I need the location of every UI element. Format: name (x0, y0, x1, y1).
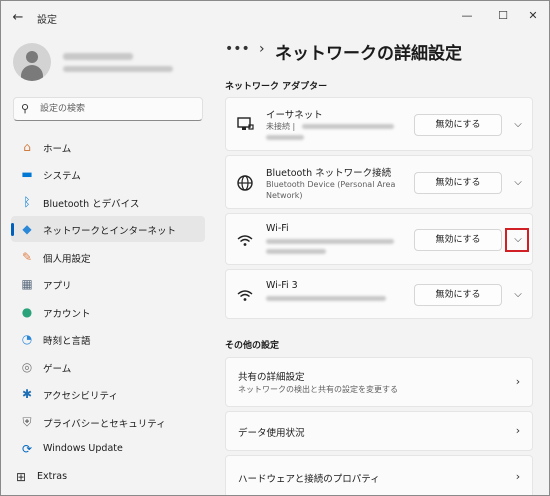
sidebar-item-label: アカウント (43, 309, 91, 320)
account-icon: ● (21, 305, 33, 319)
hardware-properties-settings[interactable]: ハードウェアと接続のプロパティ › (225, 455, 533, 495)
other-settings-heading: その他の設定 (225, 341, 280, 351)
sidebar-item-accessibility[interactable]: ✱ アクセシビリティ (11, 381, 205, 407)
adapter-name: Wi-Fi 3 (266, 280, 298, 291)
time-language-icon: ◔ (21, 332, 33, 346)
avatar (13, 43, 51, 81)
minimize-button[interactable]: — (452, 4, 482, 28)
globe-icon (237, 175, 253, 191)
sidebar-item-label: プライバシーとセキュリティ (43, 419, 166, 430)
close-button[interactable]: ✕ (518, 4, 548, 28)
setting-title: ハードウェアと接続のプロパティ (238, 474, 380, 485)
sidebar-item-home[interactable]: ⌂ ホーム (11, 134, 205, 160)
home-icon: ⌂ (23, 140, 31, 154)
blurred-adapter-detail (302, 124, 394, 129)
data-usage-settings[interactable]: データ使用状況 › (225, 411, 533, 451)
chevron-down-icon[interactable]: ⌵ (510, 175, 526, 191)
windows-update-icon: ⟳ (21, 442, 33, 456)
selection-indicator (11, 223, 14, 236)
ethernet-icon (237, 117, 254, 130)
advanced-sharing-settings[interactable]: 共有の詳細設定 ネットワークの検出と共有の設定を変更する › (225, 357, 533, 407)
sidebar-item-label: ホーム (43, 144, 72, 155)
wifi-icon (237, 290, 253, 301)
user-profile[interactable] (13, 43, 213, 83)
system-icon: ▬ (21, 167, 33, 181)
search-input[interactable] (40, 101, 190, 117)
highlight-box (505, 228, 529, 252)
blurred-adapter-detail (266, 249, 326, 254)
sidebar-item-shield[interactable]: ⛨ プライバシーとセキュリティ (11, 409, 205, 435)
chevron-right-icon: › (515, 470, 521, 483)
settings-window: ← 設定 — ☐ ✕ ⚲ ⌂ ホーム ▬ システム ᛒ Bluetooth とデバイス ◆ ネ… (0, 0, 550, 496)
sidebar-item-label: 個人用設定 (43, 254, 91, 265)
wifi-icon (237, 235, 253, 246)
adapter-card-ethernet: イーサネット 未接続 | 無効にする ⌵ (225, 97, 533, 151)
title-bar: ← 設定 — ☐ ✕ (1, 1, 549, 35)
app-title: 設定 (37, 15, 57, 26)
disable-button[interactable]: 無効にする (414, 114, 502, 136)
back-arrow-icon[interactable]: ← (9, 8, 27, 28)
chevron-right-icon: › (259, 41, 265, 57)
shield-icon: ⛨ (22, 415, 32, 429)
sidebar-item-brush[interactable]: ✎ 個人用設定 (11, 244, 205, 270)
sidebar-item-label: Windows Update (43, 443, 123, 454)
breadcrumb-more-button[interactable]: ••• (225, 41, 250, 57)
chevron-right-icon: › (515, 424, 521, 437)
sidebar-item-time-language[interactable]: ◔ 時刻と言語 (11, 326, 205, 352)
adapter-name: Wi-Fi (266, 223, 289, 234)
page-title: ネットワークの詳細設定 (275, 44, 462, 64)
blurred-user-name (63, 53, 133, 60)
setting-title: 共有の詳細設定 (238, 372, 305, 383)
disable-button[interactable]: 無効にする (414, 229, 502, 251)
adapter-card-bluetooth: Bluetooth ネットワーク接続 Bluetooth Device (Per… (225, 155, 533, 209)
adapter-card-wifi: Wi-Fi 無効にする ⌵ (225, 213, 533, 265)
network-icon: ◆ (22, 222, 32, 236)
setting-title: データ使用状況 (238, 428, 305, 439)
chevron-down-icon[interactable]: ⌵ (510, 117, 526, 133)
sidebar-item-label: アクセシビリティ (43, 391, 118, 402)
sidebar-item-system[interactable]: ▬ システム (11, 161, 205, 187)
blurred-adapter-detail (266, 296, 386, 301)
disable-button[interactable]: 無効にする (414, 284, 502, 306)
adapter-status: Bluetooth Device (Personal Area Network) (266, 180, 396, 200)
search-box[interactable]: ⚲ (13, 97, 203, 121)
accessibility-icon: ✱ (21, 387, 33, 401)
sidebar-item-network[interactable]: ◆ ネットワークとインターネット (11, 216, 205, 242)
sidebar-item-label: Bluetooth とデバイス (43, 199, 140, 210)
maximize-button[interactable]: ☐ (488, 4, 518, 28)
brush-icon: ✎ (21, 250, 33, 264)
sidebar-item-label: 時刻と言語 (43, 336, 91, 347)
sidebar-item-apps[interactable]: ▦ アプリ (11, 271, 205, 297)
sidebar-item-bluetooth[interactable]: ᛒ Bluetooth とデバイス (11, 189, 205, 215)
sidebar-item-label: アプリ (43, 281, 72, 292)
adapter-card-wifi3: Wi-Fi 3 無効にする ⌵ (225, 269, 533, 319)
gaming-icon: ◎ (21, 360, 33, 374)
blurred-user-email (63, 66, 173, 72)
sidebar-item-label: ゲーム (43, 364, 72, 375)
search-icon: ⚲ (21, 102, 30, 115)
disable-button[interactable]: 無効にする (414, 172, 502, 194)
setting-description: ネットワークの検出と共有の設定を変更する (238, 385, 398, 394)
sidebar-item-extras[interactable]: ⊞ Extras (5, 464, 199, 490)
sidebar-item-label: Extras (37, 471, 68, 482)
blurred-adapter-detail (266, 135, 304, 140)
adapter-name: Bluetooth ネットワーク接続 (266, 168, 392, 179)
apps-icon: ▦ (21, 277, 33, 291)
sidebar-item-account[interactable]: ● アカウント (11, 299, 205, 325)
blurred-adapter-detail (266, 239, 394, 244)
adapters-heading: ネットワーク アダプター (225, 82, 328, 92)
chevron-right-icon: › (515, 375, 521, 388)
sidebar-item-windows-update[interactable]: ⟳ Windows Update (11, 436, 205, 462)
extras-icon: ⊞ (15, 470, 27, 484)
adapter-status: 未接続 | (266, 122, 296, 131)
chevron-down-icon[interactable]: ⌵ (510, 287, 526, 303)
sidebar-item-label: システム (43, 171, 81, 182)
sidebar-item-gaming[interactable]: ◎ ゲーム (11, 354, 205, 380)
bluetooth-icon: ᛒ (23, 195, 31, 209)
adapter-name: イーサネット (266, 110, 323, 121)
sidebar-item-label: ネットワークとインターネット (43, 226, 177, 237)
